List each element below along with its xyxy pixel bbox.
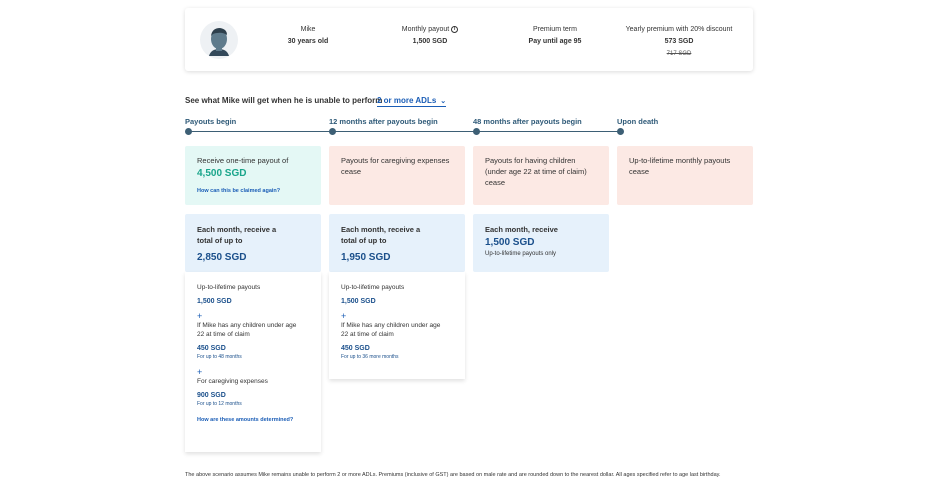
plus-icon: + (197, 311, 203, 321)
chevron-down-icon: ⌄ (440, 98, 447, 105)
payout-breakdown-panel: Up-to-lifetime payouts 1,500 SGD + If Mi… (185, 272, 321, 452)
monthly-total-box: Each month, receive 1,500 SGD Up-to-life… (473, 214, 609, 272)
plus-icon: + (341, 311, 347, 321)
premium-term-label: Premium term (533, 26, 577, 33)
age-value: 30 years old (287, 38, 329, 45)
children-payout-label: If Mike has any children under age 22 at… (197, 322, 297, 338)
children-cease-box: Payouts for having children (under age 2… (473, 146, 609, 205)
lifetime-payout-amount: 1,500 SGD (341, 298, 376, 305)
avatar (200, 21, 238, 59)
children-cease-text: Payouts for having children (under age 2… (485, 156, 587, 187)
footnote: The above scenario assumes Mike remains … (185, 472, 721, 478)
children-payout-amount: 450 SGD (197, 345, 226, 352)
timeline-label-2: 48 months after payouts begin (473, 117, 582, 126)
one-time-payout-amount: 4,500 SGD (197, 168, 247, 179)
claim-again-link[interactable]: How can this be claimed again? (197, 186, 309, 197)
lifetime-payout-amount: 1,500 SGD (197, 298, 232, 305)
monthly-total-note: Up-to-lifetime payouts only (485, 251, 557, 257)
monthly-total-amount: 1,500 SGD (485, 237, 535, 248)
children-payout-duration: For up to 48 months (197, 354, 242, 360)
yearly-premium-value: 573 SGD (664, 38, 694, 45)
caregiving-payout-duration: For up to 12 months (197, 401, 242, 407)
timeline-dot (617, 128, 624, 135)
plus-icon: + (197, 367, 203, 377)
yearly-premium-column: Yearly premium with 20% discount 573 SGD… (621, 24, 737, 60)
name-label: Mike (300, 26, 316, 33)
monthly-payout-label: Monthly payout (401, 26, 450, 33)
monthly-total-text: Each month, receive a total of up to (341, 225, 421, 245)
scenario-question: See what Mike will get when he is unable… (185, 96, 383, 105)
lifetime-cease-box: Up-to-lifetime monthly payouts cease (617, 146, 753, 205)
timeline-dot (329, 128, 336, 135)
monthly-payout-value: 1,500 SGD (412, 38, 448, 45)
amounts-determined-link[interactable]: How are these amounts determined? (197, 416, 309, 425)
caregiving-payout-label: For caregiving expenses (197, 378, 268, 385)
lifetime-payout-label: Up-to-lifetime payouts (341, 284, 405, 291)
monthly-total-box: Each month, receive a total of up to 1,9… (329, 214, 465, 272)
children-payout-label: If Mike has any children under age 22 at… (341, 322, 441, 338)
timeline-label-0: Payouts begin (185, 117, 237, 126)
caregiving-payout-amount: 900 SGD (197, 392, 226, 399)
premium-term-value: Pay until age 95 (528, 38, 582, 45)
children-payout-duration: For up to 36 more months (341, 354, 399, 360)
one-time-payout-box: Receive one-time payout of 4,500 SGD How… (185, 146, 321, 205)
monthly-total-text: Each month, receive (485, 225, 558, 234)
one-time-payout-text: Receive one-time payout of (197, 156, 289, 165)
profile-card: Mike 30 years old Monthly payout i 1,500… (185, 8, 753, 71)
name-column: Mike 30 years old (273, 24, 343, 48)
premium-term-column: Premium term Pay until age 95 (515, 24, 595, 48)
timeline-label-1: 12 months after payouts begin (329, 117, 438, 126)
timeline-line (188, 131, 620, 132)
caregiving-cease-box: Payouts for caregiving expenses cease (329, 146, 465, 205)
adl-dropdown[interactable]: 2 or more ADLs ⌄ (377, 96, 447, 107)
info-icon[interactable]: i (451, 25, 459, 33)
monthly-payout-column: Monthly payout i 1,500 SGD (390, 24, 470, 48)
monthly-total-amount: 1,950 SGD (341, 252, 391, 263)
payout-breakdown-panel: Up-to-lifetime payouts 1,500 SGD + If Mi… (329, 272, 465, 379)
yearly-premium-label: Yearly premium with 20% discount (625, 26, 733, 33)
monthly-total-amount: 2,850 SGD (197, 252, 247, 263)
timeline-label-3: Upon death (617, 117, 659, 126)
yearly-premium-original: 717 SGD (666, 51, 692, 57)
timeline-dot (185, 128, 192, 135)
adl-dropdown-value: 2 or more ADLs (377, 96, 437, 105)
children-payout-amount: 450 SGD (341, 345, 370, 352)
lifetime-payout-label: Up-to-lifetime payouts (197, 284, 261, 291)
caregiving-cease-text: Payouts for caregiving expenses cease (341, 156, 450, 176)
lifetime-cease-text: Up-to-lifetime monthly payouts cease (629, 156, 731, 176)
timeline-dot (473, 128, 480, 135)
monthly-total-box: Each month, receive a total of up to 2,8… (185, 214, 321, 272)
monthly-total-text: Each month, receive a total of up to (197, 225, 277, 245)
